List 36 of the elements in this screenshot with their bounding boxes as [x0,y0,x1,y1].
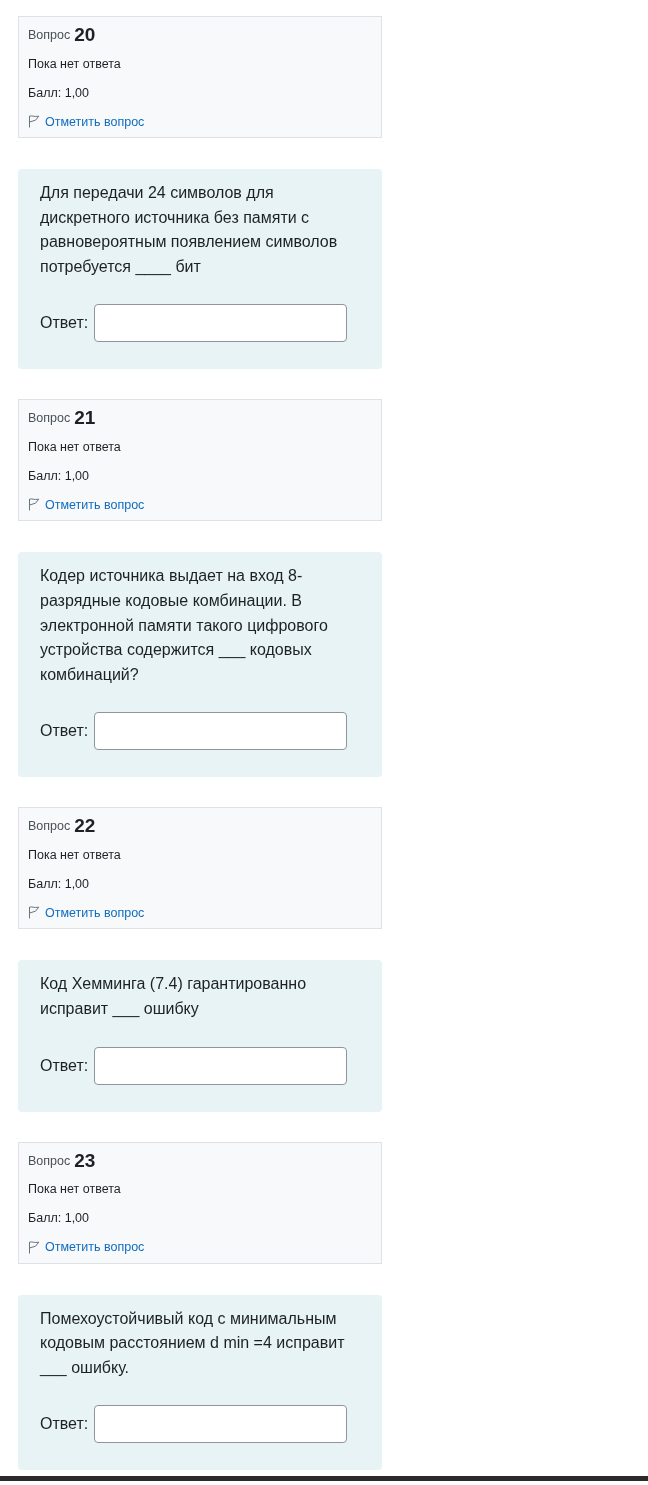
question-number: 23 [74,1149,96,1172]
grade-text: Балл: 1,00 [28,85,90,100]
answer-label: Ответ: [40,1415,89,1434]
flag-icon [28,115,40,128]
question-number: 21 [74,407,96,430]
flag-icon [28,498,40,512]
question-text: Кодер источника выдает на вход 8-разрядные кодовые комбинации. В электронной памяти такого цифрового устройства содержится ___ кодовых комбинаций? [40,566,329,685]
answer-status: Пока нет ответа [28,56,121,71]
flag-question-link[interactable]: Отметить вопрос [45,905,145,920]
answer-input-field[interactable] [94,712,348,751]
answer-label: Ответ: [40,1056,89,1075]
question-label: Вопрос [28,28,71,42]
question-number: 20 [74,24,96,46]
grade-text: Балл: 1,00 [28,1211,90,1226]
grade-text: Балл: 1,00 [28,876,90,891]
question-label: Вопрос [28,819,71,834]
answer-input-field[interactable] [94,304,348,343]
question-number: 22 [74,815,96,838]
answer-label: Ответ: [40,314,89,333]
question-text: Помехоустойчивый код с минимальным кодовым расстоянием d min =4 исправит ___ ошибку. [40,1308,346,1379]
flag-icon [28,906,40,920]
flag-question-link[interactable]: Отметить вопрос [45,1240,145,1255]
answer-input-field[interactable] [94,1046,348,1085]
flag-question-link[interactable]: Отметить вопрос [45,114,145,129]
flag-icon [28,1240,40,1254]
answer-input-field[interactable] [94,1405,348,1444]
answer-label: Ответ: [40,722,89,741]
flag-question-link[interactable]: Отметить вопрос [45,497,145,512]
answer-status: Пока нет ответа [28,1182,121,1197]
answer-status: Пока нет ответа [28,439,121,454]
question-label: Вопрос [28,1153,71,1168]
question-text: Код Хемминга (7.4) гарантированно исправит ___ ошибку [40,974,308,1020]
answer-status: Пока нет ответа [28,847,121,862]
question-text: Для передачи 24 символов для дискретного источника без памяти с равновероятным появлением символов потребуется ____ бит [40,183,339,278]
grade-text: Балл: 1,00 [28,468,90,483]
question-label: Вопрос [28,411,71,426]
